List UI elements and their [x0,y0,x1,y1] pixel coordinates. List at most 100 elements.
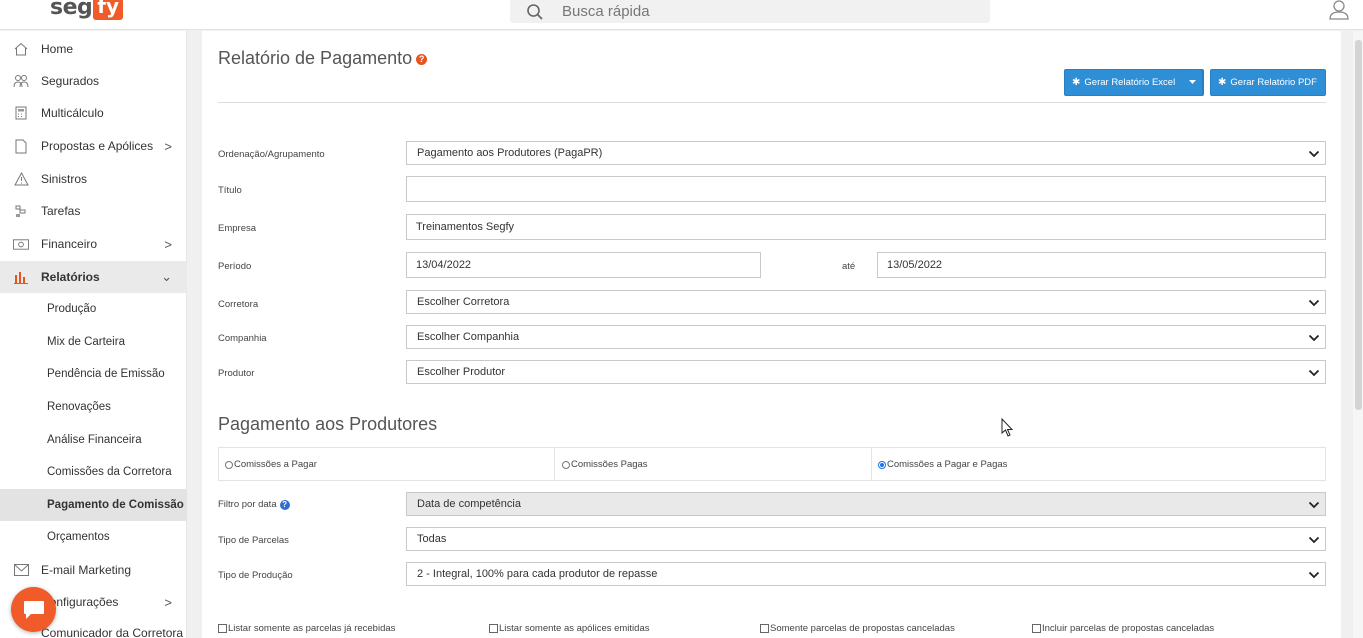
divider [871,448,872,481]
sidebar-item-label: Sinistros [41,172,88,186]
checkbox-box[interactable] [218,624,227,633]
sidebar-item-email-marketing[interactable]: E-mail Marketing [0,554,187,586]
companhia-label: Companhia [218,333,267,344]
warning-icon [13,171,29,187]
sidebar-item-tarefas[interactable]: Tarefas [0,195,187,227]
bar-chart-icon [13,269,29,285]
logo-fy-text: fy [93,0,124,20]
sidebar-subitem-pendencia-emissao[interactable]: Pendência de Emissão [0,358,187,390]
checkbox-box[interactable] [1032,624,1041,633]
search-placeholder: Busca rápida [562,3,650,20]
tipo-parcelas-select[interactable]: Todas [406,527,1326,551]
radio-button-selected[interactable] [878,460,886,469]
sidebar-subitem-producao[interactable]: Produção [0,293,187,325]
document-icon [13,138,29,154]
filtro-data-label-text: Filtro por data [218,499,277,510]
header-divider [218,102,1326,103]
ordenacao-value: Pagamento aos Produtores (PagaPR) [417,147,603,159]
chevron-down-icon [1308,571,1320,579]
divider [218,448,219,481]
ordenacao-label: Ordenação/Agrupamento [218,149,325,160]
checkbox-label: Listar somente as parcelas já recebidas [228,623,396,634]
user-icon[interactable] [1328,0,1350,20]
empresa-label: Empresa [218,223,257,234]
tipo-producao-select[interactable]: 2 - Integral, 100% para cada produtor de… [406,562,1326,586]
corretora-select[interactable]: Escolher Corretora [406,290,1326,314]
sidebar-item-label: Multicálculo [41,106,104,120]
sidebar-item-relatorios[interactable]: Relatórios ⌄ [0,261,187,293]
quick-search-input[interactable]: Busca rápida [510,0,990,23]
filtro-data-select[interactable]: Data de competência [406,492,1326,516]
radio-comissoes-a-pagar-e-pagas[interactable]: Comissões a Pagar e Pagas [878,448,1007,481]
chevron-right-icon: > [164,595,172,610]
ate-label: até [842,261,856,272]
periodo-end-input[interactable]: 13/05/2022 [877,252,1326,278]
sidebar-subitem-orcamentos[interactable]: Orçamentos [0,521,187,553]
radio-comissoes-a-pagar[interactable]: Comissões a Pagar [225,448,317,481]
sidebar-item-label: Home [41,42,74,56]
radio-label: Comissões a Pagar [234,459,317,470]
sidebar-item-multicalculo[interactable]: Multicálculo [0,97,187,129]
top-bar: seg fy Busca rápida [0,0,1363,30]
caret-down-icon [1189,80,1196,84]
produtor-select[interactable]: Escolher Produtor [406,360,1326,384]
companhia-select[interactable]: Escolher Companhia [406,325,1326,349]
titulo-input[interactable] [406,176,1326,202]
sidebar-item-financeiro[interactable]: Financeiro > [0,228,187,260]
chevron-right-icon: > [164,237,172,252]
report-panel: Relatório de Pagamento? ✱ Gerar Relatóri… [202,31,1341,638]
excel-options-dropdown[interactable] [1183,69,1203,96]
scrollbar-thumb[interactable] [1355,40,1362,410]
calculator-icon [13,105,29,121]
radio-comissoes-pagas[interactable]: Comissões Pagas [562,448,648,481]
sidebar-subitem-pagamento-comissao[interactable]: Pagamento de Comissão [0,489,187,521]
periodo-start-input[interactable]: 13/04/2022 [406,252,761,278]
ordenacao-select[interactable]: Pagamento aos Produtores (PagaPR) [406,141,1326,165]
checkbox-box[interactable] [489,624,498,633]
radio-button[interactable] [562,460,570,469]
chevron-right-icon: > [164,139,172,154]
sidebar-item-label: Propostas e Apólices [41,139,154,153]
sidebar-item-label: Segurados [41,74,100,88]
sidebar-item-home[interactable]: Home [0,33,187,65]
question-icon[interactable]: ? [279,500,290,510]
filtro-data-label: Filtro por data? [218,499,290,510]
segfy-logo[interactable]: seg fy [50,0,124,20]
checkbox-parcelas-recebidas[interactable]: Listar somente as parcelas já recebidas [218,623,395,634]
sidebar-subitem-comissoes-corretora[interactable]: Comissões da Corretora [0,456,187,488]
section-title: Pagamento aos Produtores [218,414,438,434]
sidebar-item-segurados[interactable]: Segurados [0,65,187,97]
generate-pdf-label: Gerar Relatório PDF [1230,77,1317,88]
filtro-data-value: Data de competência [417,498,521,510]
corretora-label: Corretora [218,299,259,310]
checkbox-label: Incluir parcelas de propostas canceladas [1042,623,1215,634]
logo-seg-text: seg [50,0,93,20]
checkbox-somente-canceladas[interactable]: Somente parcelas de propostas canceladas [760,623,955,634]
radio-label: Comissões a Pagar e Pagas [887,459,1008,470]
help-icon[interactable]: ? [416,54,428,65]
divider [1325,448,1326,481]
empresa-value: Treinamentos Segfy [416,221,515,233]
sidebar-subitem-mix-carteira[interactable]: Mix de Carteira [0,326,187,358]
mouse-cursor-icon [1001,418,1014,437]
sidebar-subitem-analise-financeira[interactable]: Análise Financeira [0,424,187,456]
chevron-down-icon [1308,501,1320,509]
radio-label: Comissões Pagas [571,459,648,470]
chevron-down-icon [1308,334,1320,342]
checkbox-box[interactable] [760,624,769,633]
page-title-text: Relatório de Pagamento [218,48,413,68]
generate-pdf-button[interactable]: ✱ Gerar Relatório PDF [1210,69,1326,96]
support-chat-button[interactable] [11,587,56,632]
checkbox-incluir-canceladas[interactable]: Incluir parcelas de propostas canceladas [1032,623,1214,634]
users-icon [13,73,29,89]
checkbox-label: Listar somente as apólices emitidas [499,623,650,634]
checkbox-apolices-emitidas[interactable]: Listar somente as apólices emitidas [489,623,650,634]
radio-button[interactable] [225,460,233,469]
page-title: Relatório de Pagamento? [218,48,428,69]
empresa-input[interactable]: Treinamentos Segfy [406,214,1326,240]
tipo-parcelas-value: Todas [417,533,447,545]
sidebar-item-sinistros[interactable]: Sinistros [0,163,187,195]
produtor-value: Escolher Produtor [417,366,506,378]
sidebar-item-propostas[interactable]: Propostas e Apólices > [0,130,187,162]
sidebar-subitem-renovacoes[interactable]: Renovações [0,391,187,423]
